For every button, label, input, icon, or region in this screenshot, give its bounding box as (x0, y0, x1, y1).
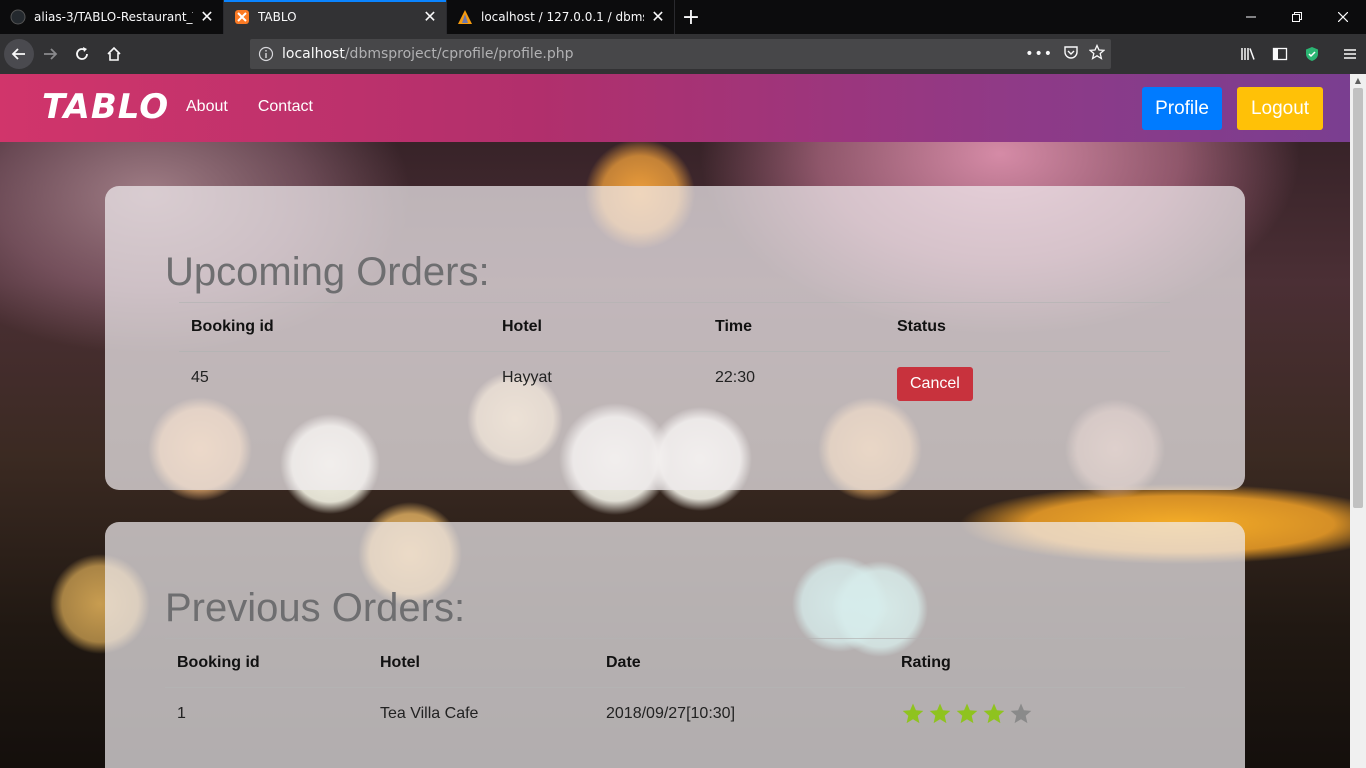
url-actions: ••• (1025, 39, 1106, 69)
booking-id-cell: 45 (191, 368, 209, 386)
close-icon[interactable]: ✕ (422, 9, 438, 25)
star-filled-icon[interactable] (901, 702, 925, 726)
shield-extension-icon[interactable] (1296, 38, 1328, 70)
scroll-thumb[interactable] (1353, 88, 1363, 508)
forward-arrow-icon[interactable] (34, 38, 66, 70)
star-filled-icon[interactable] (982, 702, 1006, 726)
column-header: Status (885, 302, 1170, 352)
reload-icon[interactable] (66, 38, 98, 70)
column-header: Time (703, 302, 885, 352)
close-icon[interactable]: ✕ (199, 9, 215, 25)
booking-id-cell: 1 (177, 704, 186, 722)
star-empty-icon[interactable] (1009, 702, 1033, 726)
github-icon (10, 9, 26, 25)
browser-tab-phpmyadmin[interactable]: localhost / 127.0.0.1 / dbmspro ✕ (447, 0, 675, 34)
restore-icon[interactable] (1274, 0, 1320, 34)
browser-toolbar: localhost/dbmsproject/cprofile/profile.p… (0, 34, 1366, 74)
browser-tab-strip: alias-3/TABLO-Restaurant_Tabl ✕ TABLO ✕ … (0, 0, 1366, 34)
phpmyadmin-icon (457, 9, 473, 25)
column-header: Hotel (490, 302, 703, 352)
upcoming-orders-heading: Upcoming Orders: (165, 250, 490, 294)
pocket-icon[interactable] (1063, 44, 1079, 64)
bookmark-star-icon[interactable] (1088, 43, 1106, 64)
star-filled-icon[interactable] (955, 702, 979, 726)
hamburger-menu-icon[interactable] (1334, 38, 1366, 70)
star-filled-icon[interactable] (928, 702, 952, 726)
previous-orders-heading: Previous Orders: (165, 586, 466, 630)
xampp-icon (234, 9, 250, 25)
page-viewport: TABLO About Contact Profile Logout Upcom… (0, 74, 1350, 768)
column-header: Date (594, 638, 889, 688)
close-icon[interactable]: ✕ (650, 9, 666, 25)
site-nav: About Contact (186, 98, 313, 116)
star-rating[interactable] (901, 702, 1185, 726)
tab-title: TABLO (258, 10, 297, 24)
url-host: localhost (282, 46, 345, 62)
scroll-up-arrow-icon[interactable]: ▲ (1350, 74, 1366, 88)
site-info-icon[interactable] (258, 46, 274, 62)
time-cell: 22:30 (715, 368, 756, 386)
table-row: 1 Tea Villa Cafe 2018/09/27[10:30] (165, 688, 1185, 740)
upcoming-orders-table: Booking id Hotel Time Status 45 Hayyat 2… (179, 302, 1170, 404)
back-arrow-icon[interactable] (4, 39, 34, 69)
logout-button[interactable]: Logout (1237, 87, 1323, 130)
tab-title: localhost / 127.0.0.1 / dbmspro (481, 10, 644, 24)
column-header: Booking id (179, 302, 490, 352)
column-header: Rating (889, 638, 1185, 688)
upcoming-orders-card: Upcoming Orders: Booking id Hotel Time S… (105, 186, 1245, 490)
column-header: Hotel (368, 638, 594, 688)
column-header: Booking id (165, 638, 368, 688)
previous-orders-table: Booking id Hotel Date Rating 1 Tea Villa… (165, 638, 1185, 740)
new-tab-button[interactable]: + (675, 0, 707, 34)
site-header: TABLO About Contact Profile Logout (0, 74, 1350, 142)
sidebar-icon[interactable] (1264, 38, 1296, 70)
nav-about-link[interactable]: About (186, 98, 228, 116)
window-controls (1228, 0, 1366, 34)
minimize-icon[interactable] (1228, 0, 1274, 34)
profile-button[interactable]: Profile (1142, 87, 1222, 130)
date-cell: 2018/09/27[10:30] (606, 704, 736, 722)
browser-tab-github[interactable]: alias-3/TABLO-Restaurant_Tabl ✕ (0, 0, 224, 34)
home-icon[interactable] (98, 38, 130, 70)
library-icon[interactable] (1232, 38, 1264, 70)
close-window-icon[interactable] (1320, 0, 1366, 34)
table-header-row: Booking id Hotel Time Status (179, 302, 1170, 352)
browser-right-tools (1232, 34, 1366, 74)
address-bar[interactable]: localhost/dbmsproject/cprofile/profile.p… (250, 39, 1111, 69)
hotel-cell: Hayyat (502, 368, 552, 386)
status-cell: Cancel (885, 352, 1170, 404)
browser-tab-tablo[interactable]: TABLO ✕ (224, 0, 447, 34)
hotel-cell: Tea Villa Cafe (380, 704, 479, 722)
page-actions-icon[interactable]: ••• (1025, 46, 1053, 62)
previous-orders-card: Previous Orders: Booking id Hotel Date R… (105, 522, 1245, 768)
rating-cell (889, 688, 1185, 740)
nav-contact-link[interactable]: Contact (258, 98, 313, 116)
brand-logo[interactable]: TABLO (42, 87, 169, 127)
page-scrollbar[interactable]: ▲ (1350, 74, 1366, 768)
table-row: 45 Hayyat 22:30 Cancel (179, 352, 1170, 404)
url-path: /dbmsproject/cprofile/profile.php (344, 46, 574, 62)
table-header-row: Booking id Hotel Date Rating (165, 638, 1185, 688)
cancel-button[interactable]: Cancel (897, 366, 973, 401)
tab-title: alias-3/TABLO-Restaurant_Tabl (34, 10, 193, 24)
